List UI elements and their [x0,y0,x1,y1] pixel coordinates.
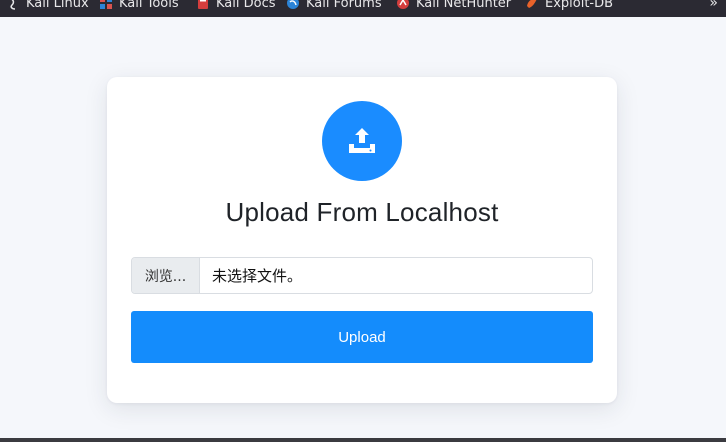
bookmark-label: Kali NetHunter [416,0,512,11]
bookmark-kali-tools[interactable]: Kali Tools [99,0,179,10]
bookmark-label: Kali Forums [306,0,382,11]
file-status-text: 未选择文件。 [212,267,303,285]
bottom-edge-bar [0,438,726,442]
upload-card: Upload From Localhost 浏览... 未选择文件。 Uploa… [107,77,617,403]
file-input[interactable]: 浏览... 未选择文件。 [131,257,593,294]
kali-forums-icon [287,0,299,9]
bookmark-label: Exploit-DB [545,0,614,11]
kali-tools-icon [100,0,112,9]
bookmark-kali-forums[interactable]: Kali Forums [286,0,382,10]
bookmark-label: Kali Linux [26,0,89,11]
bookmark-kali-docs[interactable]: Kali Docs [196,0,276,10]
bookmark-label: Kali Tools [119,0,179,11]
exploit-db-icon [527,0,537,8]
nethunter-icon [397,0,409,9]
bookmark-label: Kali Docs [216,0,276,11]
kali-dragon-icon [10,0,16,10]
upload-button[interactable]: Upload [131,311,593,363]
bookmarks-toolbar: Kali Linux Kali Tools Kali Docs Kali For… [0,0,726,17]
bookmark-kali-nethunter[interactable]: Kali NetHunter [396,0,511,10]
page-title: Upload From Localhost [225,197,499,227]
browse-button[interactable]: 浏览... [132,258,200,293]
bookmarks-overflow-button[interactable]: » [709,0,718,10]
upload-icon [349,128,375,153]
kali-docs-icon [198,0,208,9]
bookmark-kali-linux[interactable]: Kali Linux [6,0,89,10]
bookmark-exploit-db[interactable]: Exploit-DB [525,0,613,10]
upload-icon-badge [322,101,402,181]
